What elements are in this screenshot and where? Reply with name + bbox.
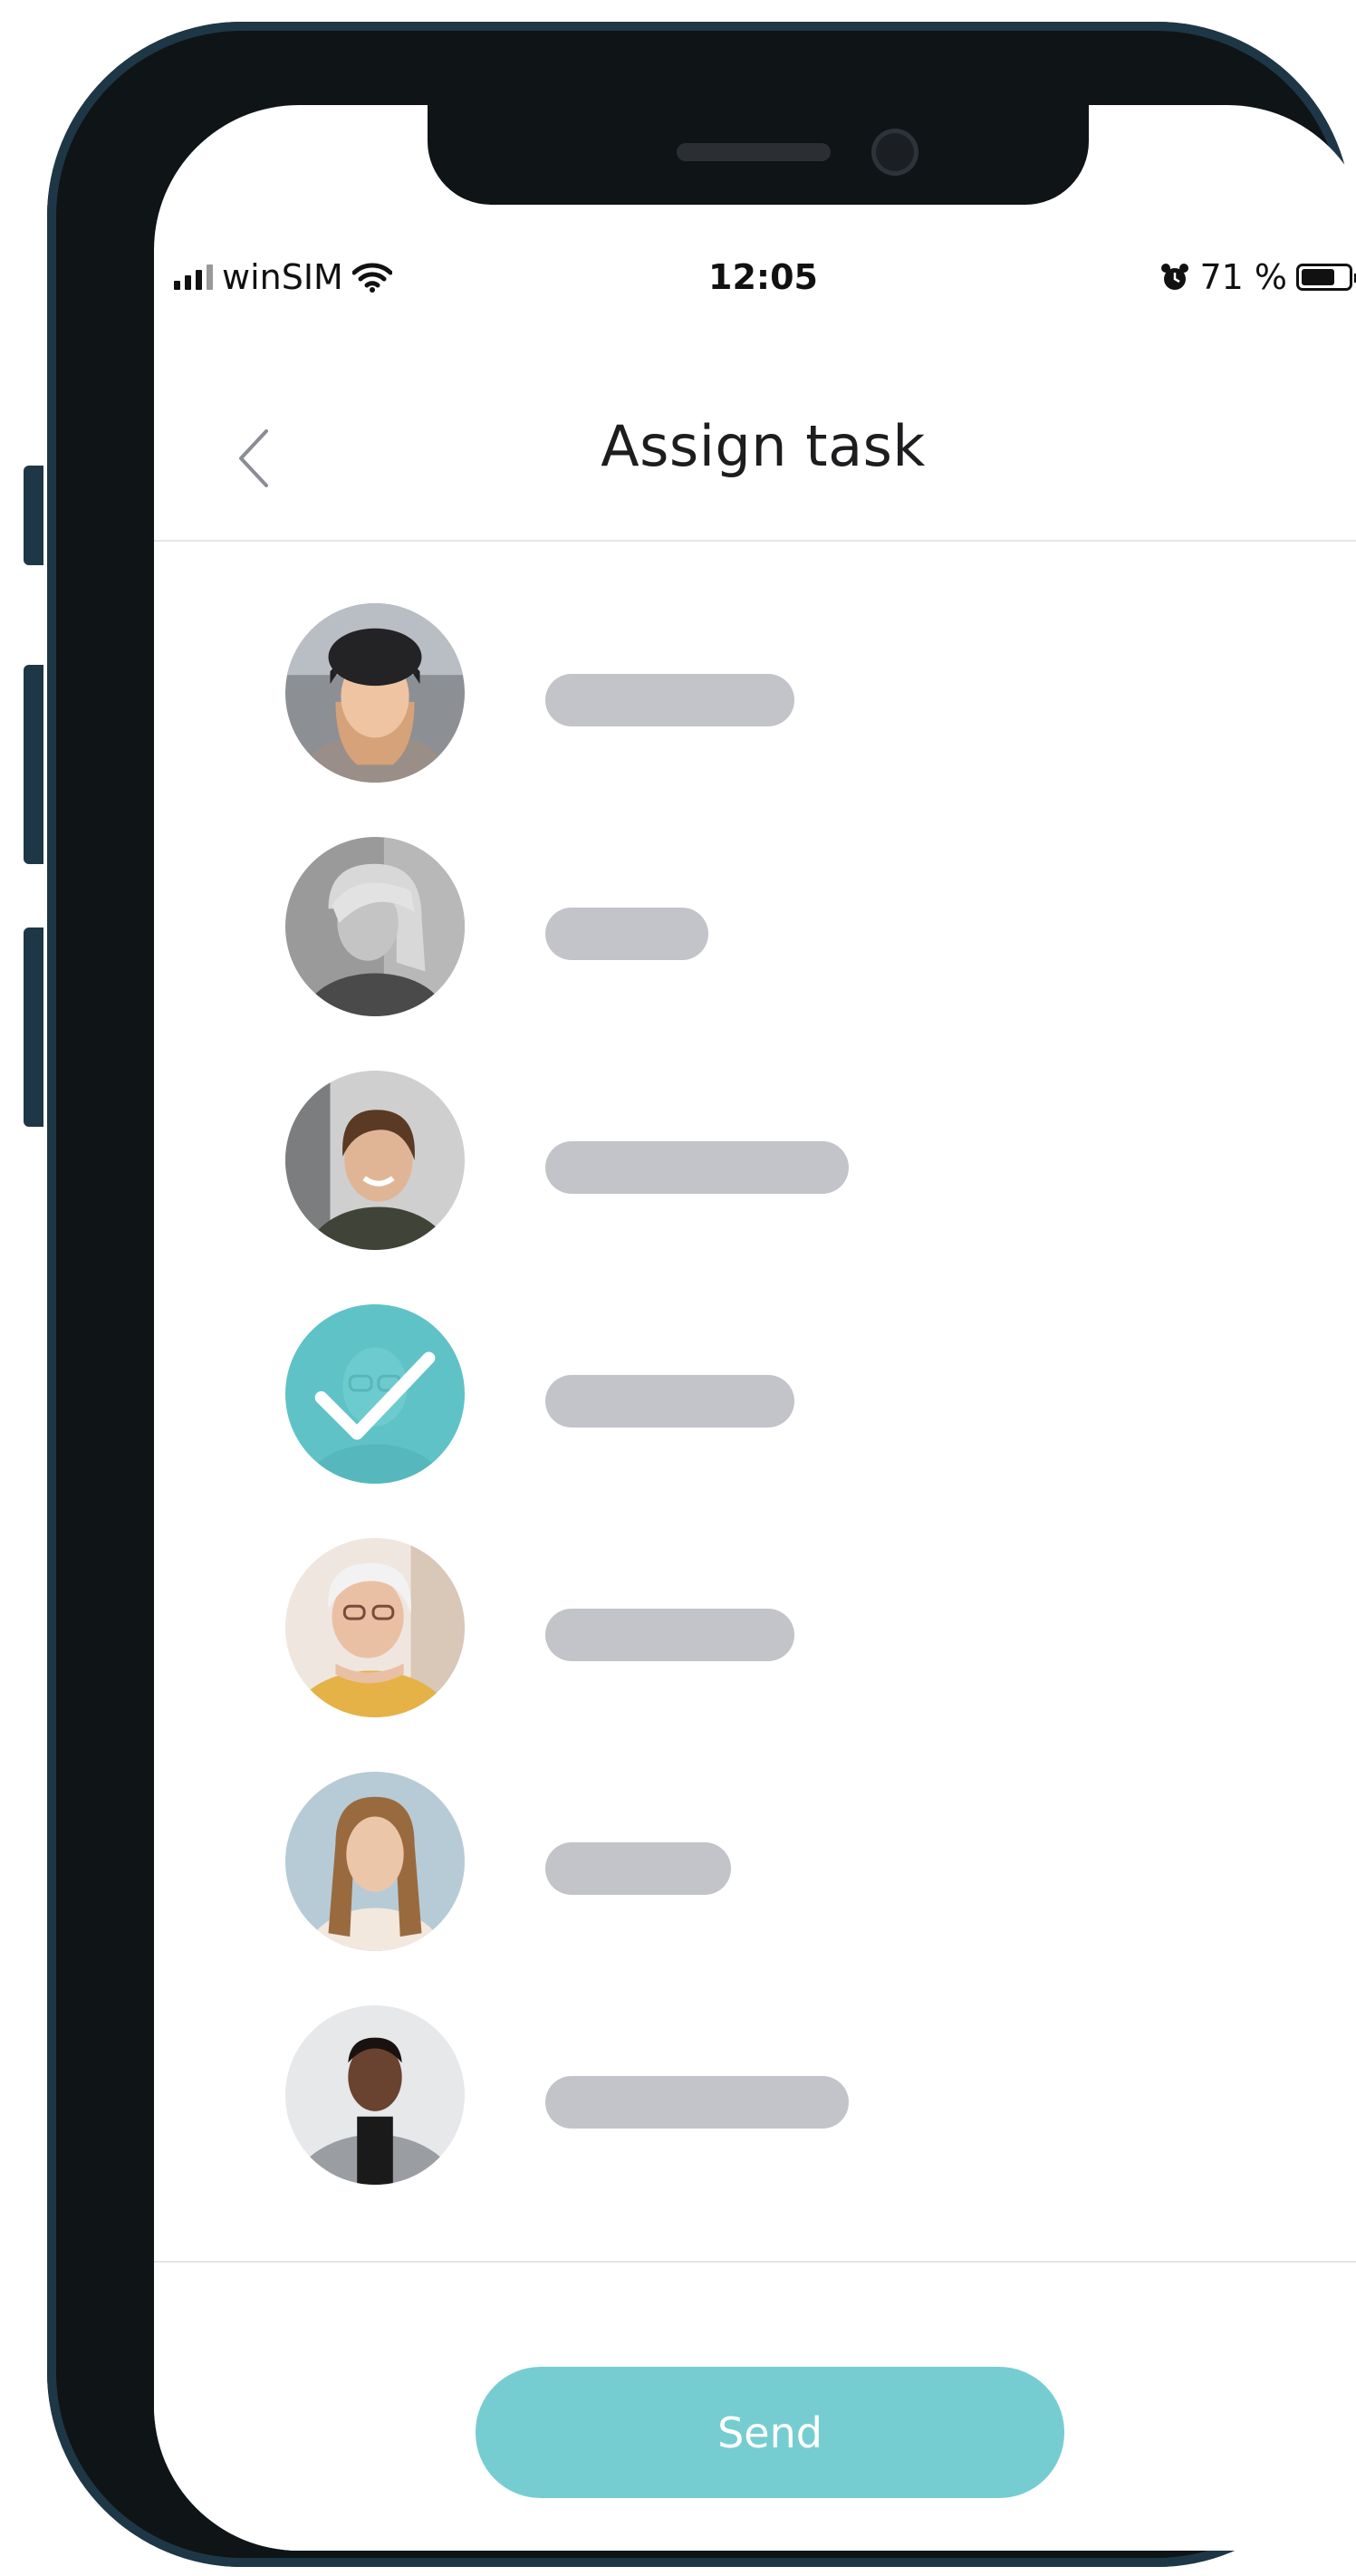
- name-placeholder: [545, 1375, 794, 1427]
- name-placeholder: [545, 674, 794, 726]
- name-placeholder: [545, 2076, 849, 2129]
- notch: [428, 105, 1089, 205]
- side-button-mute: [24, 466, 43, 565]
- young-woman-avatar: [285, 1772, 465, 1951]
- battery-icon: [1296, 264, 1356, 291]
- woman-beanie-avatar: [285, 603, 465, 783]
- contact-row[interactable]: [154, 603, 1356, 784]
- speaker: [677, 143, 831, 161]
- phone-frame: winSIM 12:05 71 % Assign task Send: [24, 22, 1356, 2567]
- phone-screen: winSIM 12:05 71 % Assign task Send: [154, 105, 1356, 2551]
- contact-row[interactable]: [154, 2005, 1356, 2187]
- battery-percent: 71 %: [1199, 257, 1287, 297]
- side-button-volume-up: [24, 665, 43, 864]
- battery-fill: [1302, 269, 1334, 285]
- send-button[interactable]: Send: [476, 2367, 1064, 2498]
- contact-row[interactable]: [154, 837, 1356, 1018]
- contact-row[interactable]: [154, 1772, 1356, 1953]
- front-camera: [871, 129, 918, 176]
- name-placeholder: [545, 1842, 731, 1895]
- elderly-woman-avatar: [285, 1538, 465, 1717]
- footer: Send: [154, 2261, 1356, 2551]
- side-button-volume-down: [24, 928, 43, 1127]
- battery-group: 71 %: [1159, 257, 1356, 297]
- smiling-woman-avatar: [285, 1071, 465, 1250]
- blonde-woman-grayscale-avatar: [285, 837, 465, 1016]
- man-glasses-avatar: [285, 1304, 465, 1484]
- status-bar: winSIM 12:05 71 %: [154, 250, 1356, 313]
- header: Assign task: [154, 368, 1356, 542]
- name-placeholder: [545, 1141, 849, 1194]
- name-placeholder: [545, 908, 708, 960]
- alarm-icon: [1161, 264, 1189, 290]
- man-blazer-avatar: [285, 2005, 465, 2185]
- page-title: Assign task: [601, 413, 926, 479]
- contact-row-selected[interactable]: [154, 1304, 1356, 1485]
- name-placeholder: [545, 1609, 794, 1661]
- contact-row[interactable]: [154, 1071, 1356, 1252]
- contact-row[interactable]: [154, 1538, 1356, 1719]
